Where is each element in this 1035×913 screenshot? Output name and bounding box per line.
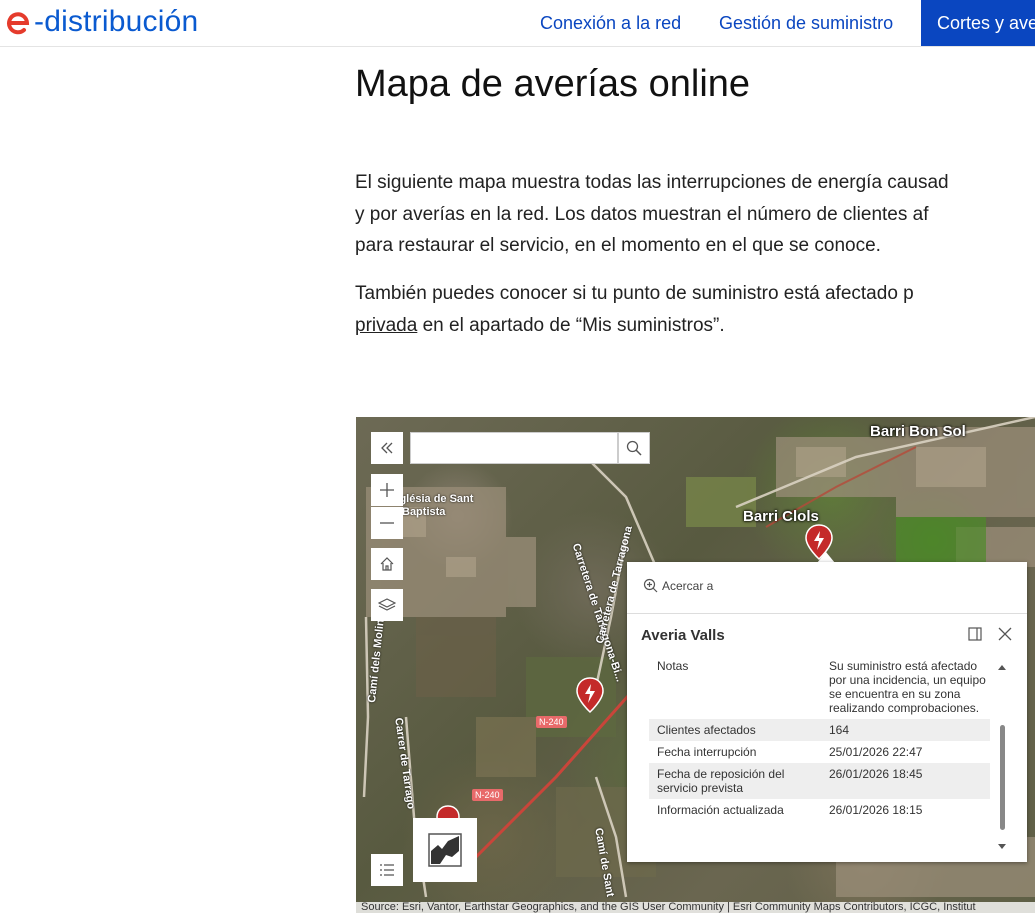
popup-title: Averia Valls	[641, 627, 725, 644]
attribute-key: Información actualizada	[657, 803, 784, 817]
supply-line-1: También puedes conocer si tu punto de su…	[355, 283, 914, 304]
nav-conexion[interactable]: Conexión a la red	[540, 0, 681, 46]
outage-popup: Acercar a Averia Valls Notas Su suminist…	[627, 562, 1027, 862]
page-title: Mapa de averías online	[355, 63, 751, 105]
minus-icon	[380, 522, 394, 524]
table-row: Notas Su suministro está afectado por un…	[649, 655, 990, 719]
search-button[interactable]	[618, 432, 650, 464]
search-input[interactable]	[410, 432, 618, 464]
outage-map[interactable]: Barri Bon Sol Barri Clols Església de Sa…	[356, 417, 1035, 913]
home-button[interactable]	[371, 548, 403, 580]
legend-button[interactable]	[371, 854, 403, 886]
intro-line-2: y por averías en la red. Los datos muest…	[355, 203, 929, 225]
table-row: Fecha de reposición del servicio previst…	[649, 763, 990, 799]
attribute-value: 26/01/2026 18:45	[829, 767, 923, 781]
attribute-value: 164	[829, 723, 850, 737]
outage-marker-icon[interactable]	[575, 676, 605, 714]
table-row: Clientes afectados 164	[649, 719, 990, 741]
plus-icon	[380, 483, 394, 497]
zoom-in-icon	[643, 578, 658, 593]
supply-line-2: privada en el apartado de “Mis suministr…	[355, 310, 914, 342]
zoom-out-button[interactable]	[371, 507, 403, 539]
zoom-to-button[interactable]: Acercar a	[643, 578, 713, 593]
attribute-key: Fecha interrupción	[657, 745, 757, 759]
zoom-in-button[interactable]	[371, 474, 403, 506]
logo-text: -distribución	[34, 5, 199, 38]
attribute-key: Notas	[657, 659, 689, 673]
logo-e-icon	[7, 12, 30, 35]
dock-icon[interactable]	[968, 627, 982, 641]
attribute-key: Fecha de reposición del servicio previst…	[657, 767, 785, 795]
nav-gestion[interactable]: Gestión de suministro	[719, 0, 893, 46]
layers-icon	[378, 598, 396, 611]
logo[interactable]: -distribución	[6, 2, 198, 42]
place-baptista: Baptista	[402, 506, 446, 518]
list-icon	[380, 864, 394, 876]
zoom-to-label: Acercar a	[662, 578, 714, 593]
attribute-key: Clientes afectados	[657, 723, 756, 737]
popup-action-bar: Acercar a	[627, 562, 1027, 614]
place-barri-bon-sol: Barri Bon Sol	[870, 423, 966, 440]
site-header: -distribución Conexión a la red Gestión …	[0, 0, 1035, 47]
close-icon[interactable]	[998, 627, 1012, 641]
table-row: Información actualizada 26/01/2026 18:15	[649, 799, 990, 821]
basemap-toggle-button[interactable]	[413, 818, 477, 882]
nav-cortes[interactable]: Cortes y ave	[921, 0, 1035, 46]
road-shield-n240-b: N-240	[472, 789, 503, 801]
layers-button[interactable]	[371, 589, 403, 621]
basemap-icon	[428, 833, 462, 867]
attribute-value: 26/01/2026 18:15	[829, 803, 923, 817]
supply-line-2-rest: en el apartado de “Mis suministros”.	[417, 314, 725, 336]
intro-line-3: para restaurar el servicio, en el moment…	[355, 235, 881, 256]
private-area-link[interactable]: privada	[355, 315, 417, 336]
attribute-value: 25/01/2026 22:47	[829, 745, 923, 759]
double-chevron-left-icon	[381, 442, 393, 454]
intro-paragraph: El siguiente mapa muestra todas las inte…	[355, 167, 949, 262]
intro-line-1: El siguiente mapa muestra todas las inte…	[355, 172, 949, 193]
road-shield-n240-a: N-240	[536, 716, 567, 728]
search-icon	[626, 440, 642, 456]
table-row: Fecha interrupción 25/01/2026 22:47	[649, 741, 990, 763]
scrollbar-thumb[interactable]	[1000, 725, 1005, 830]
supply-paragraph: También puedes conocer si tu punto de su…	[355, 278, 914, 341]
collapse-panel-button[interactable]	[371, 432, 403, 464]
attributes-table: Notas Su suministro está afectado por un…	[649, 655, 990, 821]
home-icon	[380, 557, 394, 571]
attribute-value: Su suministro está afectado por una inci…	[829, 659, 986, 715]
map-attribution: Source: Esri, Vantor, Earthstar Geograph…	[356, 902, 1035, 913]
